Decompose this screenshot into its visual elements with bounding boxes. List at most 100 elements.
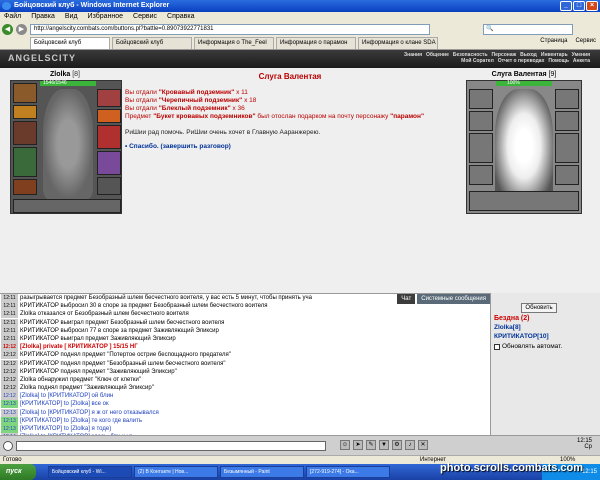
send-icon[interactable]: ➤	[353, 440, 363, 450]
game-nav: Знания Общение Безопасность Персонаж Вых…	[380, 52, 590, 64]
dialog-line: Вы отдали "Черепичный подземник" x 18	[125, 97, 257, 104]
chat-timestamp[interactable]: 12:13	[1, 416, 18, 425]
taskbar-item[interactable]: [272-919-274] - Ока...	[306, 466, 390, 478]
smile-icon[interactable]: ☺	[340, 440, 350, 450]
chat-timestamp[interactable]: 12:11	[1, 294, 18, 302]
menu-edit[interactable]: Правка	[31, 12, 55, 22]
chat-line: 12:12 КРИТИКАТОР поднял предмет "Потертое…	[0, 351, 490, 360]
player-name[interactable]: Zlolka [8]	[10, 71, 120, 78]
chat-timestamp[interactable]: 12:12	[1, 351, 18, 360]
chat-input[interactable]	[16, 441, 326, 451]
chat-text: Zlolka поднял предмет "Заживляющий Эликс…	[20, 385, 154, 392]
refresh-button[interactable]: Обновить	[521, 303, 557, 313]
tab-4[interactable]: Информация о клане SDA	[358, 37, 438, 49]
gloves-slot[interactable]	[97, 151, 121, 175]
room-player[interactable]: Zlolka[8]	[494, 324, 521, 331]
chat-timestamp[interactable]: 12:12	[1, 343, 18, 352]
boots-slot[interactable]	[97, 177, 121, 195]
chat-line: 12:11 КРИТИКАТОР выиграл предмет Безобраз…	[0, 318, 490, 327]
chat-text: [КРИТИКАТОР] to [Zlolka] те кого где вал…	[20, 417, 142, 424]
earring-slot[interactable]	[97, 89, 121, 107]
chat-text: [КРИТИКАТОР] to [Zlolka] все ок	[20, 401, 109, 408]
back-button[interactable]: ◀	[2, 23, 13, 35]
menu-file[interactable]: Файл	[4, 12, 21, 22]
chat-timestamp[interactable]: 12:12	[1, 392, 18, 401]
room-player[interactable]: КРИТИКАТОР[10]	[494, 333, 549, 340]
menu-tools[interactable]: Сервис	[133, 12, 157, 22]
exit-icon[interactable]: ✕	[418, 440, 428, 450]
chat-tools: ☺ ➤ ✎ ▼ ⚙ ♪ ✕	[340, 440, 428, 450]
room-title: Бездна (2)	[494, 315, 530, 322]
nav-profile[interactable]: Анкета	[573, 58, 590, 64]
page-menu[interactable]: Страница	[540, 38, 567, 44]
settings-icon[interactable]: ⚙	[392, 440, 402, 450]
nav-associate[interactable]: Мой Сорател	[461, 58, 494, 64]
end-dialog-link[interactable]: • Спасибо. (завершить разговор)	[125, 143, 455, 150]
chat-timestamp[interactable]: 12:12	[1, 375, 18, 384]
minimize-button[interactable]: _	[560, 1, 572, 11]
menu-help[interactable]: Справка	[167, 12, 194, 22]
pocket-slots[interactable]	[13, 199, 121, 213]
npc-name[interactable]: Слуга Валентая [9]	[466, 71, 582, 78]
player-figure	[43, 89, 93, 199]
menu-favorites[interactable]: Избранное	[88, 12, 123, 22]
tab-1[interactable]: Бойцовский клуб	[112, 37, 192, 49]
address-bar: ◀ ▶ http://angelscity.combats.com/button…	[0, 22, 600, 36]
chat-timestamp[interactable]: 12:12	[1, 367, 18, 376]
tools-menu[interactable]: Сервис	[575, 38, 596, 44]
npc-shield-slot	[555, 111, 579, 131]
chat-log[interactable]: Чат Системные сообщения 12:11 разыгрывает…	[0, 293, 490, 450]
filter-icon[interactable]: ▼	[379, 440, 389, 450]
auto-update-checkbox[interactable]	[494, 343, 500, 350]
chat-timestamp[interactable]: 12:11	[1, 310, 18, 319]
taskbar-item[interactable]: Бойцовский клуб - Wi...	[48, 466, 132, 478]
tab-0[interactable]: Бойцовский клуб	[30, 37, 110, 49]
helmet-slot[interactable]	[13, 83, 37, 103]
shield-slot[interactable]	[97, 125, 121, 149]
clear-icon[interactable]: ✎	[366, 440, 376, 450]
game-clock: 12:15 Ср	[576, 438, 592, 450]
chat-line: 12:12 [Zlolka] private [ КРИТИКАТОР ] 15/…	[0, 343, 490, 352]
chat-mode-icon[interactable]	[3, 441, 13, 451]
url-input[interactable]: http://angelscity.combats.com/buttons.pl…	[30, 23, 430, 35]
maximize-button[interactable]: □	[573, 1, 585, 11]
weapon-slot[interactable]	[13, 121, 37, 145]
chat-line: 12:12 [Zlolka] to [КРИТИКАТОР] ой блин	[0, 392, 490, 401]
necklace-slot[interactable]	[13, 105, 37, 119]
chat-timestamp[interactable]: 12:11	[1, 302, 18, 311]
dialog-line: Вы отдали "Блеклый подземник" x 36	[125, 105, 245, 112]
nav-communication[interactable]: Общение	[426, 52, 449, 58]
taskbar-item[interactable]: Безымянный - Paint	[220, 466, 304, 478]
npc-boots-slot	[555, 165, 579, 185]
chat-timestamp[interactable]: 12:11	[1, 318, 18, 327]
npc-equipment-panel: 100%	[466, 80, 582, 214]
nav-knowledge[interactable]: Знания	[404, 52, 422, 58]
chat-timestamp[interactable]: 12:11	[1, 334, 18, 343]
search-input[interactable]: 🔍	[483, 23, 573, 35]
nav-transfers[interactable]: Отчет о переводах	[498, 58, 545, 64]
tab-2[interactable]: Информация о The_Feel	[194, 37, 274, 49]
taskbar-item[interactable]: (2) В Контакте | Нов...	[134, 466, 218, 478]
chat-timestamp[interactable]: 12:13	[1, 408, 18, 417]
forward-button[interactable]: ▶	[16, 23, 27, 35]
tab-3[interactable]: Информация о парамон	[276, 37, 356, 49]
chat-timestamp[interactable]: 12:11	[1, 326, 18, 335]
menu-view[interactable]: Вид	[65, 12, 78, 22]
tray-clock: 12:15	[581, 469, 597, 475]
chat-timestamp[interactable]: 12:12	[1, 359, 18, 368]
close-button[interactable]: ×	[586, 1, 598, 11]
chat-timestamp[interactable]: 12:13	[1, 400, 18, 409]
chat-timestamp[interactable]: 12:13	[1, 425, 18, 433]
tab-bar: Бойцовский клуб Бойцовский клуб Информац…	[0, 36, 600, 50]
nav-help[interactable]: Помощь	[548, 58, 569, 64]
volume-icon[interactable]: ♪	[405, 440, 415, 450]
bracer-slot[interactable]	[97, 109, 121, 123]
chat-text: КРИТИКАТОР выиграл предмет Заживляющий Э…	[20, 335, 176, 342]
game-header: ANGELSCITY Знания Общение Безопасность П…	[0, 50, 600, 68]
chat-timestamp[interactable]: 12:12	[1, 384, 18, 393]
auto-update-option[interactable]: Обновлять автомат.	[494, 343, 562, 350]
chat-text: КРИТИКАТОР выиграл предмет Безобразный ш…	[20, 319, 225, 326]
start-button[interactable]: пуск	[0, 464, 36, 480]
belt-slot[interactable]	[13, 179, 37, 195]
armor-slot[interactable]	[13, 147, 37, 177]
